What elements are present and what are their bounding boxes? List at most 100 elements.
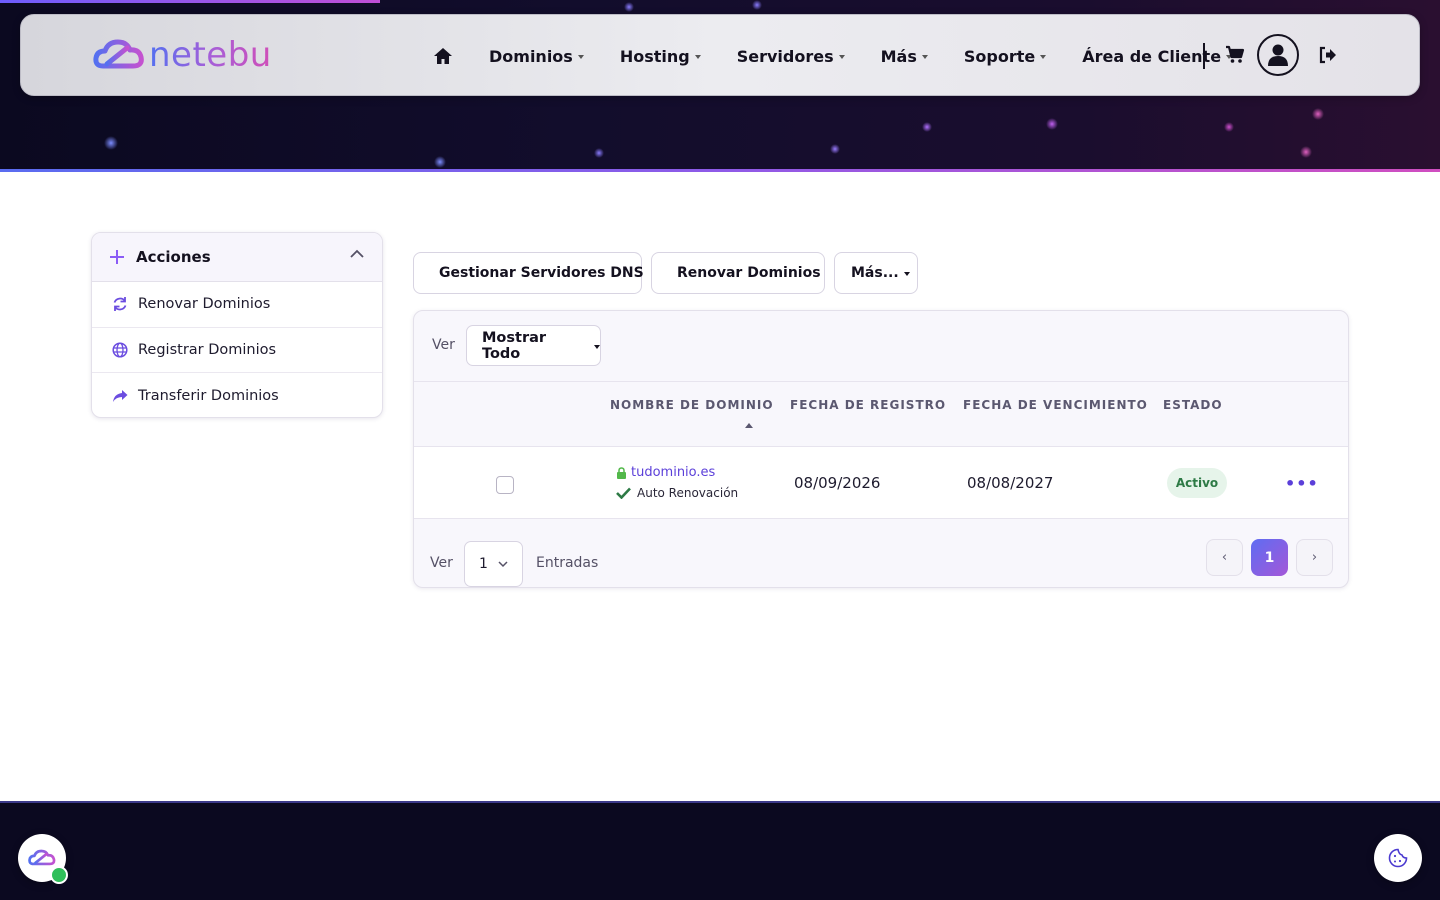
caret-down-icon [694,55,701,59]
decor-dot [1300,146,1312,158]
nav-item-soporte[interactable]: Soporte [963,46,1047,66]
decor-dot [624,2,634,12]
brand-logo[interactable]: netebu [93,35,272,75]
whatsapp-chat-button[interactable] [18,834,68,884]
decor-dot [1312,108,1324,120]
actions-panel-header[interactable]: Acciones [92,233,382,282]
per-page-label: Ver [430,555,453,571]
plus-icon [110,250,124,264]
manage-dns-button[interactable]: Gestionar Servidores DNS [413,252,644,294]
whatsapp-icon [50,866,68,884]
pagination-bar: Ver 1 Entradas ‹ 1 › [414,521,1348,587]
nav-divider [1203,43,1205,69]
sidebar-item-transferir[interactable]: Transferir Dominios [92,373,382,417]
column-header-domain[interactable]: NOMBRE DE DOMINIO [610,398,774,412]
manage-dns-label: Gestionar Servidores DNS [439,265,644,281]
top-navbar: netebu Dominios Hosting Servidores Más S… [20,14,1420,96]
sidebar-item-label: Registrar Dominios [138,341,277,358]
row-select-checkbox[interactable] [496,476,514,494]
actions-panel: Acciones Renovar Dominios Registrar Domi… [91,232,383,418]
previous-page-button[interactable]: ‹ [1206,539,1243,576]
status-filter-value: Mostrar Todo [482,329,547,362]
entries-label: Entradas [536,555,599,571]
main-menu: Dominios Hosting Servidores Más Soporte … [431,15,1268,97]
page-button-current[interactable]: 1 [1251,539,1288,576]
decor-dot [1224,122,1234,132]
site-footer [0,801,1440,900]
nav-item-label: Hosting [619,46,690,66]
caret-down-icon [838,55,845,59]
auto-renew-indicator: Auto Renovación [616,486,738,500]
domains-table: NOMBRE DE DOMINIO FECHA DE REGISTRO FECH… [414,381,1348,519]
filter-label: Ver [432,337,455,353]
globe-icon [112,342,128,358]
share-arrow-icon [113,389,128,402]
nav-item-dominios[interactable]: Dominios [489,47,584,66]
sidebar-item-label: Renovar Dominios [138,296,271,313]
decor-dot [434,156,446,168]
renew-domains-button[interactable]: Renovar Dominios [651,252,825,294]
decor-dot [1046,118,1058,130]
nav-item-hosting[interactable]: Hosting [620,47,701,66]
sidebar-item-label: Transferir Dominios [138,387,279,404]
cookie-settings-button[interactable] [1374,834,1422,882]
per-page-select[interactable]: 1 [464,541,523,587]
caret-down-icon [903,272,910,276]
domain-name: tudominio.es [631,465,716,480]
nav-item-mas[interactable]: Más [881,47,928,66]
cart-icon[interactable] [1225,45,1245,68]
caret-down-icon [1040,55,1047,59]
sync-icon [113,297,127,312]
logout-icon[interactable] [1319,46,1337,68]
renew-domains-label: Renovar Dominios [677,265,821,281]
chevron-up-icon[interactable] [350,249,364,258]
nav-item-area-cliente[interactable]: Área de Cliente [1082,47,1233,66]
more-actions-dropdown[interactable]: Más... [834,252,918,294]
chevron-down-icon [498,561,508,568]
nav-item-label: Más [880,46,917,66]
domains-table-card: Ver Mostrar Todo NOMBRE DE DOMINIO FECHA… [413,310,1349,588]
cookie-icon [1388,848,1408,868]
row-actions-menu-icon[interactable]: ••• [1285,474,1319,493]
filter-bar: Ver Mostrar Todo [414,311,1348,381]
auto-renew-label: Auto Renovación [637,486,739,500]
decor-dot [104,136,118,150]
decor-dot [922,122,932,132]
brand-name: netebu [149,35,272,75]
cloud-logo-icon [93,39,144,69]
hero-divider [0,169,1440,172]
status-badge: Activo [1167,468,1227,498]
column-header-expires[interactable]: FECHA DE VENCIMIENTO [963,398,1148,412]
actions-panel-title: Acciones [136,248,211,266]
sidebar-item-registrar[interactable]: Registrar Dominios [92,328,382,373]
registration-date: 08/09/2026 [794,474,881,492]
user-account-icon[interactable] [1257,34,1299,76]
more-actions-label: Más... [851,265,899,281]
caret-down-icon [577,55,584,59]
caret-down-icon [594,344,600,349]
nav-item-label: Servidores [736,46,834,66]
decor-dot [830,144,840,154]
table-header: NOMBRE DE DOMINIO FECHA DE REGISTRO FECH… [414,382,1348,447]
home-icon[interactable] [431,44,455,68]
caret-down-icon [921,55,928,59]
column-header-status[interactable]: ESTADO [1163,398,1223,412]
page-load-progress [0,0,380,3]
sort-ascending-icon [745,423,753,428]
expiration-date: 08/08/2027 [967,474,1054,492]
column-header-registered[interactable]: FECHA DE REGISTRO [790,398,946,412]
next-page-button[interactable]: › [1296,539,1333,576]
sidebar-item-renovar[interactable]: Renovar Dominios [92,282,382,328]
per-page-value: 1 [479,556,488,572]
decor-dot [594,148,604,158]
domain-link[interactable]: tudominio.es [616,465,715,480]
lock-icon [617,466,626,479]
table-row[interactable]: tudominio.es Auto Renovación 08/09/2026 … [414,447,1348,519]
check-icon [616,487,631,499]
nav-item-label: Dominios [489,46,573,66]
cloud-logo-icon [28,849,56,866]
status-filter-dropdown[interactable]: Mostrar Todo [466,325,601,366]
decor-dot [752,0,762,10]
nav-item-servidores[interactable]: Servidores [737,47,845,66]
nav-item-label: Soporte [963,46,1036,66]
